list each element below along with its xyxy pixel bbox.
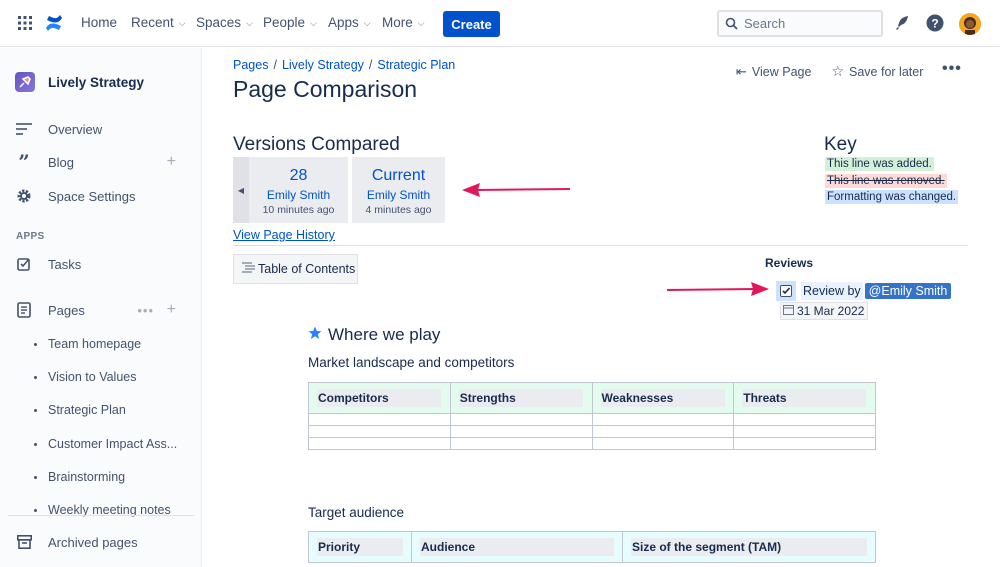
save-for-later-button[interactable]: ☆ Save for later <box>831 63 923 80</box>
space-name: Lively Strategy <box>48 74 145 90</box>
view-page-button[interactable]: ⇤ View Page <box>736 64 811 80</box>
space-logo-icon <box>15 72 35 92</box>
breadcrumb: Pages / Lively Strategy / Strategic Plan <box>233 58 456 72</box>
nav-apps[interactable]: Apps ⌵ <box>328 15 371 30</box>
versions-compared-title: Versions Compared <box>233 134 400 155</box>
add-page-icon[interactable]: + <box>167 302 176 318</box>
apps-section-label: APPS <box>16 231 45 242</box>
previous-version-button[interactable]: ◀ <box>233 157 249 223</box>
nav-people[interactable]: People ⌵ <box>263 15 317 30</box>
table-header: Threats <box>733 382 876 414</box>
create-button[interactable]: Create <box>443 11 500 37</box>
review-task: Review by @Emily Smith <box>776 281 952 301</box>
section-heading: Where we play <box>308 325 440 345</box>
space-header[interactable]: Lively Strategy <box>15 72 144 92</box>
view-page-history-link[interactable]: View Page History <box>233 228 335 242</box>
review-checkbox[interactable] <box>776 281 796 301</box>
pages-icon <box>16 302 32 318</box>
top-navigation: Home Recent ⌵ Spaces ⌵ People ⌵ Apps ⌵ More ⌵… <box>0 0 1000 47</box>
star-icon: ☆ <box>831 63 845 79</box>
sidebar-item-space-settings[interactable]: Space Settings <box>16 188 186 204</box>
divider <box>233 245 968 246</box>
annotation-arrow-icon <box>462 183 571 197</box>
more-actions-icon[interactable]: ••• <box>942 60 962 78</box>
gear-icon <box>16 188 32 204</box>
search-input[interactable] <box>717 10 883 37</box>
page-tree-item[interactable]: Team homepage <box>34 337 141 351</box>
sidebar-item-tasks[interactable]: Tasks <box>16 256 186 272</box>
table-header: Priority <box>308 531 412 563</box>
toc-icon <box>242 261 256 277</box>
tasks-icon <box>16 256 32 272</box>
nav-home[interactable]: Home <box>81 15 117 30</box>
version-card-current[interactable]: Current Emily Smith 4 minutes ago <box>352 157 445 223</box>
app-switcher-icon[interactable] <box>18 16 32 30</box>
header-actions: ⇤ View Page ☆ Save for later <box>736 63 923 80</box>
sidebar-item-overview[interactable]: Overview <box>16 121 186 137</box>
page-tree-item[interactable]: Customer Impact Ass... <box>34 437 177 451</box>
table-header: Strengths <box>449 382 593 414</box>
notifications-icon[interactable] <box>893 14 911 32</box>
version-card-old[interactable]: 28 Emily Smith 10 minutes ago <box>249 157 348 223</box>
more-actions-icon[interactable]: ••• <box>137 303 154 318</box>
table-header: Weaknesses <box>591 382 735 414</box>
quote-icon: ” <box>18 150 30 174</box>
nav-spaces[interactable]: Spaces ⌵ <box>196 15 253 30</box>
page-tree-item[interactable]: Strategic Plan <box>34 403 126 417</box>
market-text: Market landscape and competitors <box>308 355 515 370</box>
audience-table: Priority Audience Size of the segment (T… <box>308 531 876 563</box>
table-header: Audience <box>411 531 623 563</box>
chevron-down-icon: ⌵ <box>363 18 371 28</box>
sidebar: Lively Strategy Overview ” Blog + Space … <box>0 48 202 567</box>
nav-more[interactable]: More ⌵ <box>382 15 425 30</box>
chevron-down-icon: ⌵ <box>417 18 425 28</box>
page-tree-item[interactable]: Brainstorming <box>34 470 125 484</box>
competitors-table: Competitors Strengths Weaknesses Threats <box>308 382 876 450</box>
due-date[interactable]: 31 Mar 2022 <box>780 302 869 320</box>
add-blog-icon[interactable]: + <box>167 154 176 170</box>
key-changed: Formatting was changed. <box>825 190 959 204</box>
audience-text: Target audience <box>308 505 405 520</box>
user-mention[interactable]: @Emily Smith <box>864 283 952 299</box>
sidebar-item-archived[interactable]: Archived pages <box>16 534 186 550</box>
key-title: Key <box>824 134 857 155</box>
breadcrumb-parent[interactable]: Strategic Plan <box>377 58 455 72</box>
calendar-icon <box>783 304 794 318</box>
chevron-down-icon: ⌵ <box>178 18 186 28</box>
confluence-logo-icon[interactable] <box>45 13 63 33</box>
table-row <box>308 425 876 438</box>
sidebar-divider <box>8 515 194 516</box>
star-icon <box>308 325 322 345</box>
overview-icon <box>16 121 32 137</box>
arrow-left-icon: ⇤ <box>736 63 747 79</box>
key-removed: This line was removed. <box>825 174 947 188</box>
breadcrumb-space[interactable]: Lively Strategy <box>282 58 364 72</box>
table-header: Competitors <box>308 382 451 414</box>
sidebar-item-blog[interactable]: ” Blog + <box>16 150 186 174</box>
avatar[interactable] <box>959 13 981 35</box>
page-tree-item[interactable]: Vision to Values <box>34 370 136 384</box>
caret-left-icon: ◀ <box>237 185 245 195</box>
review-label: Review by <box>801 282 863 300</box>
breadcrumb-pages[interactable]: Pages <box>233 58 268 72</box>
page-title: Page Comparison <box>233 76 418 102</box>
table-row <box>308 437 876 450</box>
reviews-title: Reviews <box>765 256 814 270</box>
search-icon <box>725 17 738 30</box>
key-added: This line was added. <box>825 157 934 171</box>
archive-icon <box>16 534 32 550</box>
svg-text:?: ? <box>931 17 938 31</box>
annotation-arrow-icon <box>666 282 769 296</box>
sidebar-item-pages[interactable]: Pages ••• + <box>16 302 186 318</box>
help-icon[interactable]: ? <box>926 14 944 32</box>
table-of-contents-macro[interactable]: Table of Contents <box>233 254 358 284</box>
chevron-down-icon: ⌵ <box>310 18 317 28</box>
table-row <box>308 413 876 426</box>
table-header: Size of the segment (TAM) <box>622 531 876 563</box>
chevron-down-icon: ⌵ <box>246 18 253 28</box>
nav-recent[interactable]: Recent ⌵ <box>131 15 186 30</box>
